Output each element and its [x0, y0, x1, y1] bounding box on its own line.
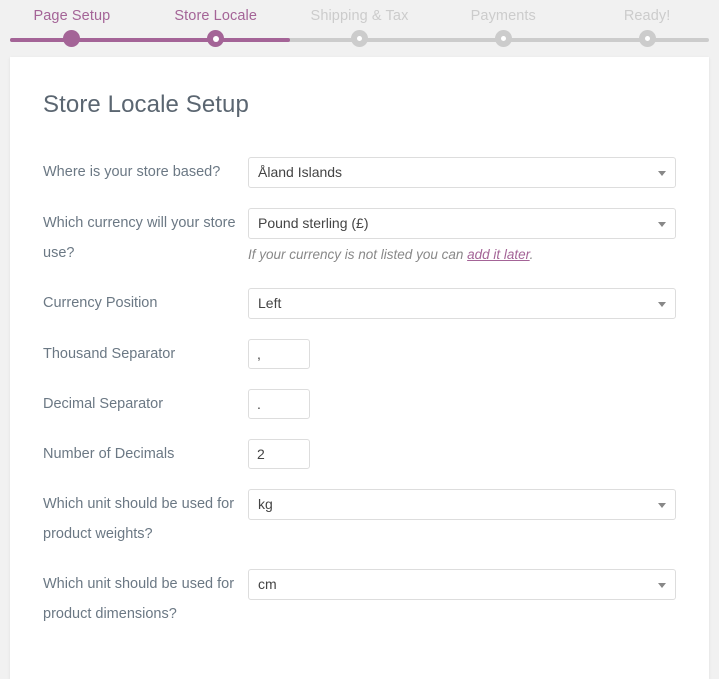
currency-helper-suffix: .: [529, 247, 534, 262]
form-row-dimension-unit: Which unit should be used for product di…: [43, 569, 676, 649]
step-dot-ready-icon: [638, 30, 656, 47]
wizard-step-dot-cell-ready: [575, 30, 719, 47]
decimal-separator-label: Decimal Separator: [43, 396, 164, 412]
chevron-down-icon: [658, 502, 666, 508]
dimension-unit-select-value: cm: [258, 576, 277, 592]
chevron-down-icon: [658, 221, 666, 227]
wizard-step-dot-cell-shipping-tax: [288, 30, 432, 47]
currency-helper-text: If your currency is not listed you can a…: [248, 246, 676, 264]
weight-unit-label: Which unit should be used for product we…: [43, 496, 235, 542]
number-of-decimals-label: Number of Decimals: [43, 446, 175, 462]
decimal-separator-input[interactable]: .: [248, 389, 310, 419]
wizard-step-label-shipping-tax: Shipping & Tax: [310, 8, 409, 24]
form-row-currency: Which currency will your store use? Poun…: [43, 208, 676, 288]
form-row-currency-position: Currency Position Left: [43, 288, 676, 339]
thousand-separator-label: Thousand Separator: [43, 346, 176, 362]
chevron-down-icon: [658, 301, 666, 307]
wizard-step-dot-cell-page-setup: [0, 30, 144, 47]
currency-label: Which currency will your store use?: [43, 215, 236, 261]
currency-position-select-value: Left: [258, 295, 282, 311]
weight-unit-select-value: kg: [258, 496, 273, 512]
wizard-step-dot-cell-payments: [431, 30, 575, 47]
wizard-step-label-ready: Ready!: [623, 8, 671, 24]
add-currency-later-link[interactable]: add it later: [467, 247, 530, 262]
step-dot-store-locale-icon[interactable]: [207, 30, 225, 47]
wizard-step-dots: [0, 30, 719, 47]
number-of-decimals-input[interactable]: 2: [248, 439, 310, 469]
form-row-country: Where is your store based? Åland Islands: [43, 157, 676, 208]
country-select-value: Åland Islands: [258, 164, 343, 180]
wizard-step-label-payments: Payments: [470, 8, 536, 24]
country-select[interactable]: Åland Islands: [248, 157, 676, 188]
currency-select-value: Pound sterling (£): [258, 215, 369, 231]
chevron-down-icon: [658, 170, 666, 176]
wizard-progress-steps: Page Setup Store Locale Shipping & Tax P…: [0, 0, 719, 57]
store-locale-setup-card: Store Locale Setup Where is your store b…: [10, 57, 709, 679]
store-locale-form: Where is your store based? Åland Islands…: [43, 157, 676, 649]
chevron-down-icon: [658, 582, 666, 588]
currency-position-select[interactable]: Left: [248, 288, 676, 319]
form-row-thousand-separator: Thousand Separator ,: [43, 339, 676, 389]
form-row-weight-unit: Which unit should be used for product we…: [43, 489, 676, 569]
form-row-number-of-decimals: Number of Decimals 2: [43, 439, 676, 489]
wizard-step-dot-cell-store-locale: [144, 30, 288, 47]
form-row-decimal-separator: Decimal Separator .: [43, 389, 676, 439]
dimension-unit-select[interactable]: cm: [248, 569, 676, 600]
currency-helper-prefix: If your currency is not listed you can: [248, 247, 468, 262]
country-label: Where is your store based?: [43, 164, 221, 180]
step-dot-shipping-tax-icon: [350, 30, 368, 47]
thousand-separator-input[interactable]: ,: [248, 339, 310, 369]
currency-position-label: Currency Position: [43, 295, 158, 311]
wizard-step-label-page-setup[interactable]: Page Setup: [0, 8, 144, 24]
page-title: Store Locale Setup: [43, 91, 249, 118]
wizard-step-label-store-locale[interactable]: Store Locale: [144, 8, 288, 24]
wizard-step-labels: Page Setup Store Locale Shipping & Tax P…: [0, 8, 719, 24]
weight-unit-select[interactable]: kg: [248, 489, 676, 520]
dimension-unit-label: Which unit should be used for product di…: [43, 576, 235, 622]
currency-select[interactable]: Pound sterling (£): [248, 208, 676, 239]
step-dot-payments-icon: [494, 30, 512, 47]
step-dot-page-setup-icon[interactable]: [63, 30, 81, 47]
